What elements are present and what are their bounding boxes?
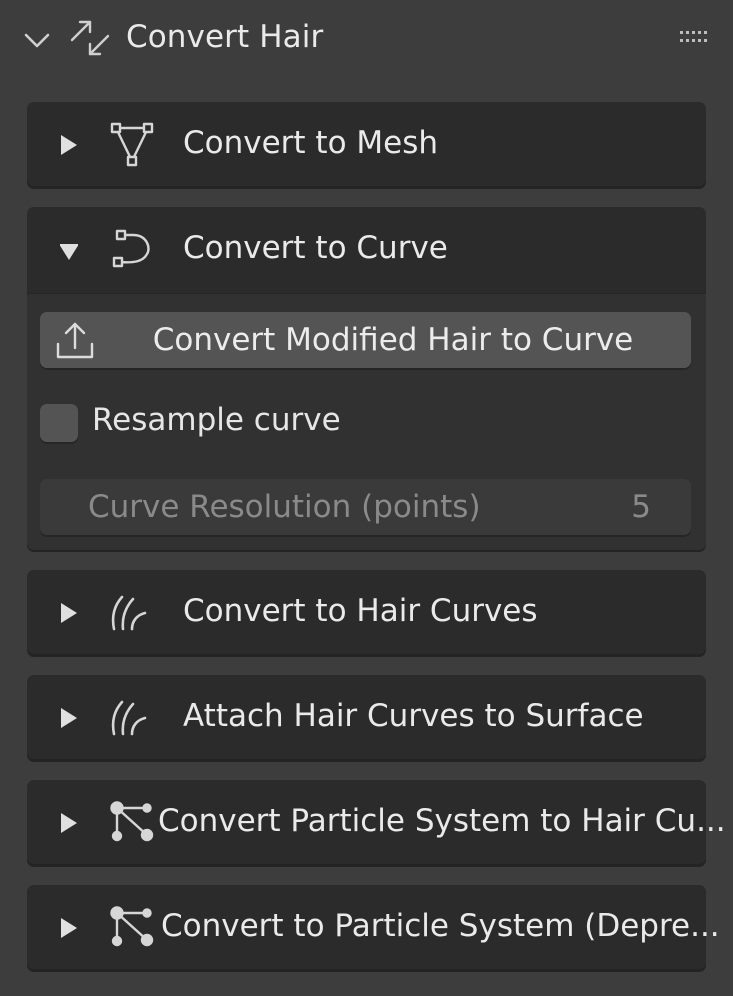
mesh-icon bbox=[110, 122, 154, 167]
resample-curve-checkbox[interactable] bbox=[40, 404, 78, 442]
particle-system-icon bbox=[110, 801, 154, 842]
subpanel-header[interactable]: Convert to Curve bbox=[27, 207, 706, 291]
subpanel-convert-to-particle-system: Convert to Particle System (Depre... bbox=[27, 885, 720, 969]
disclosure-triangle-right-icon[interactable] bbox=[60, 603, 78, 623]
subpanel-header[interactable]: Convert to Hair Curves bbox=[27, 570, 706, 654]
subpanel-header[interactable]: Attach Hair Curves to Surface bbox=[27, 675, 706, 759]
disclosure-triangle-right-icon[interactable] bbox=[60, 135, 78, 155]
convert-modified-hair-to-curve-button[interactable]: Convert Modified Hair to Curve bbox=[40, 312, 691, 368]
curve-icon bbox=[112, 229, 150, 268]
disclosure-triangle-down-icon[interactable] bbox=[60, 240, 78, 260]
subpanel-header[interactable]: Convert Particle System to Hair Cu... bbox=[27, 780, 726, 864]
subpanel-header[interactable]: Convert to Mesh bbox=[27, 102, 706, 186]
subpanel-label: Convert Particle System to Hair Cu... bbox=[158, 803, 726, 839]
subpanel-convert-to-curve: Convert to Curve Convert Modified Hair t… bbox=[27, 207, 706, 550]
subpanel-body: Convert Modified Hair to Curve Resample … bbox=[27, 293, 706, 550]
hair-curves-icon bbox=[111, 700, 147, 736]
particle-system-icon bbox=[110, 906, 154, 947]
curve-resolution-value: 5 bbox=[631, 489, 651, 525]
operator-label: Convert Modified Hair to Curve bbox=[152, 322, 634, 358]
subpanel-convert-to-mesh: Convert to Mesh bbox=[27, 102, 706, 186]
subpanel-attach-hair-curves: Attach Hair Curves to Surface bbox=[27, 675, 706, 759]
subpanel-convert-to-hair-curves: Convert to Hair Curves bbox=[27, 570, 706, 654]
chevron-down-icon[interactable] bbox=[22, 28, 52, 52]
resample-curve-label[interactable]: Resample curve bbox=[92, 402, 341, 438]
panel-title: Convert Hair bbox=[126, 19, 324, 55]
convert-hair-root: Convert Hair Convert to Mesh Convert to … bbox=[0, 0, 733, 996]
convert-hair-header[interactable]: Convert Hair bbox=[0, 0, 733, 80]
subpanel-label: Attach Hair Curves to Surface bbox=[183, 698, 644, 734]
disclosure-triangle-right-icon[interactable] bbox=[60, 708, 78, 728]
subpanel-label: Convert to Mesh bbox=[183, 125, 439, 161]
subpanel-header[interactable]: Convert to Particle System (Depre... bbox=[27, 885, 720, 969]
hair-curves-icon bbox=[111, 595, 147, 631]
subpanel-label: Convert to Hair Curves bbox=[183, 593, 538, 629]
curve-resolution-field[interactable]: Curve Resolution (points) 5 bbox=[40, 479, 691, 535]
subpanel-convert-particle-system-to-hair-curves: Convert Particle System to Hair Cu... bbox=[27, 780, 726, 864]
convert-arrows-icon bbox=[70, 20, 110, 56]
disclosure-triangle-right-icon[interactable] bbox=[60, 813, 78, 833]
drag-handle-icon[interactable] bbox=[680, 31, 710, 45]
disclosure-triangle-right-icon[interactable] bbox=[60, 918, 78, 938]
subpanel-label: Convert to Particle System (Depre... bbox=[161, 908, 720, 944]
curve-resolution-label: Curve Resolution (points) bbox=[88, 489, 481, 525]
subpanel-label: Convert to Curve bbox=[183, 230, 448, 266]
